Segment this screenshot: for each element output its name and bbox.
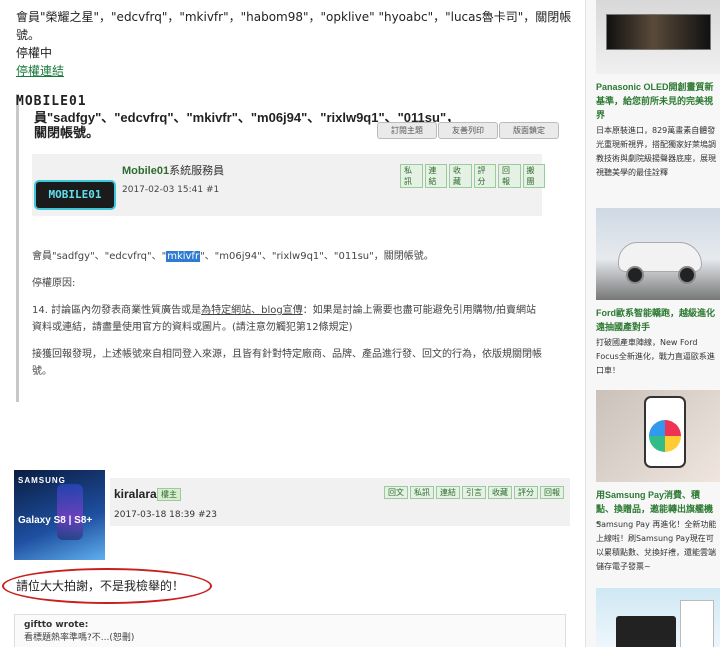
link-button[interactable]: 連結 [436,486,460,499]
reply-button[interactable]: 回文 [384,486,408,499]
avatar-model: Galaxy S8 | S8+ [18,515,93,526]
rate-button[interactable]: 評分 [514,486,538,499]
author-name: Mobile01 [122,165,170,177]
samsung-pay-ad-image[interactable] [596,390,720,482]
favorite-button[interactable]: 收藏 [488,486,512,499]
thread-starter-badge: 樓主 [157,488,181,501]
reply-actions: 回文 私訊 連結 引言 收藏 評分 回報 [382,486,564,499]
embedded-screenshot: MOBILE01 員"sadfgy"、"edcvfrq"、"mkivfr"、"m… [16,92,559,404]
phone-graphic [57,484,83,540]
report-button[interactable]: 回報 [540,486,564,499]
banned-accounts-line: 會員"sadfgy"、"edcvfrq"、"mkivfr"、"m06j94"、"… [32,248,542,265]
lock-layout-button[interactable]: 版面鎖定 [499,122,559,139]
rule-underlined: 為特定網站、blog宣傳 [201,305,303,316]
screenshot-author: Mobile01系統服務員 [122,162,224,178]
subscribe-button[interactable]: 訂閱主題 [377,122,437,139]
author-role: 系統服務員 [169,165,225,177]
action-pm[interactable]: 私訊 [400,164,423,188]
reply-date: 2017-03-18 18:39 #23 [114,510,217,520]
ad-desc-samsung-pay: Samsung Pay 再進化！全新功能上線啦！刷Samsung Pay現在可以… [596,520,717,571]
quote-box: giftto wrote: 看標題熱率準嗎?不...(恕刪) [14,614,566,647]
action-link[interactable]: 連結 [424,164,447,188]
suspension-status: 停權中 [16,46,53,60]
reason-label: 停權原因: [32,278,76,289]
print-button[interactable]: 友善列印 [438,122,498,139]
intro-text: 會員"榮耀之星"，"edcvfrq"，"mkivfr"，"habom98"，"o… [16,8,576,80]
screenshot-post-body: 會員"sadfgy"、"edcvfrq"、"mkivfr"、"m06j94"、"… [32,248,542,390]
rule-text-pre: 14. 討論區內勿發表商業性質廣告或是 [32,305,202,316]
user-avatar[interactable]: SAMSUNG Galaxy S8 | S8+ [14,470,105,560]
quote-author: giftto wrote: [24,620,89,630]
body-text-post: "、"m06j94"、"rixlw9q1"、"011su"，關閉帳號。 [200,251,434,262]
action-rate[interactable]: 評分 [473,164,496,188]
mobile01-avatar: MOBILE01 [34,180,116,210]
screenshot-left-border [16,94,19,402]
main-content: 會員"榮耀之星"，"edcvfrq"，"mkivfr"，"habom98"，"o… [0,0,585,647]
tv-screen-graphic [606,14,711,50]
mobile01-logo: MOBILE01 [16,94,87,109]
ad-sidebar: Panasonic OLED開創畫質新基準，給您前所未見的完美視界 日本原裝進口… [585,0,720,647]
spin-wheel-graphic [649,420,681,452]
ad-title-ford[interactable]: Ford歐系智能轎跑，越級進化遠抽國產對手 [596,306,718,334]
rule-14: 14. 討論區內勿發表商業性質廣告或是為特定網站、blog宣傳：如果是討論上需要… [32,302,542,336]
suspension-link[interactable]: 停權連結 [16,64,64,78]
car-wheel-graphic [678,266,696,284]
ad-desc-panasonic: 日本原裝進口，829萬畫素自體發光重現新視界，搭配獨家好萊塢調教技術與劇院級揚聲… [596,126,716,177]
tv-ad-image[interactable] [596,0,720,74]
avatar-brand: SAMSUNG [18,476,66,485]
reply-username[interactable]: kiralara [114,487,157,501]
paper-graphic [680,600,714,647]
screenshot-top-buttons: 訂閱主題 友善列印 版面鎖定 [376,122,559,139]
screenshot-post-date: 2017-02-03 15:41 #1 [122,185,220,195]
report-text: 接獲回報發現，上述帳號來自相同登入來源，且皆有針對特定廠商、品牌、產品進行發、回… [32,349,542,377]
car-wheel-graphic [626,266,644,284]
ad-title-panasonic[interactable]: Panasonic OLED開創畫質新基準，給您前所未見的完美視界 [596,80,718,122]
pm-button[interactable]: 私訊 [410,486,434,499]
quote-button[interactable]: 引言 [462,486,486,499]
screenshot-post-actions: 私訊 連結 收藏 評分 回報 搬團 [398,164,545,188]
car-ad-image[interactable] [596,208,720,300]
banned-members-line: 會員"榮耀之星"，"edcvfrq"，"mkivfr"，"habom98"，"o… [16,10,572,42]
action-report[interactable]: 回報 [498,164,521,188]
ad-desc-ford: 打破國產車陣線，New Ford Focus全新進化，戰力直逼歐系進口車！ [596,338,715,375]
action-move[interactable]: 搬團 [522,164,545,188]
printer-ad-image[interactable] [596,588,720,647]
screenshot-title: 員"sadfgy"、"edcvfrq"、"mkivfr"、"m06j94"、"r… [34,110,460,140]
action-fav[interactable]: 收藏 [449,164,472,188]
highlighted-username: mkivfr [166,251,201,262]
reply-text: 請位大大拍謝，不是我檢舉的！ [16,579,185,593]
body-text-pre: 會員"sadfgy"、"edcvfrq"、" [32,251,167,262]
quote-text: 看標題熱率準嗎?不...(恕刪) [24,633,135,643]
printer-graphic [616,616,676,647]
